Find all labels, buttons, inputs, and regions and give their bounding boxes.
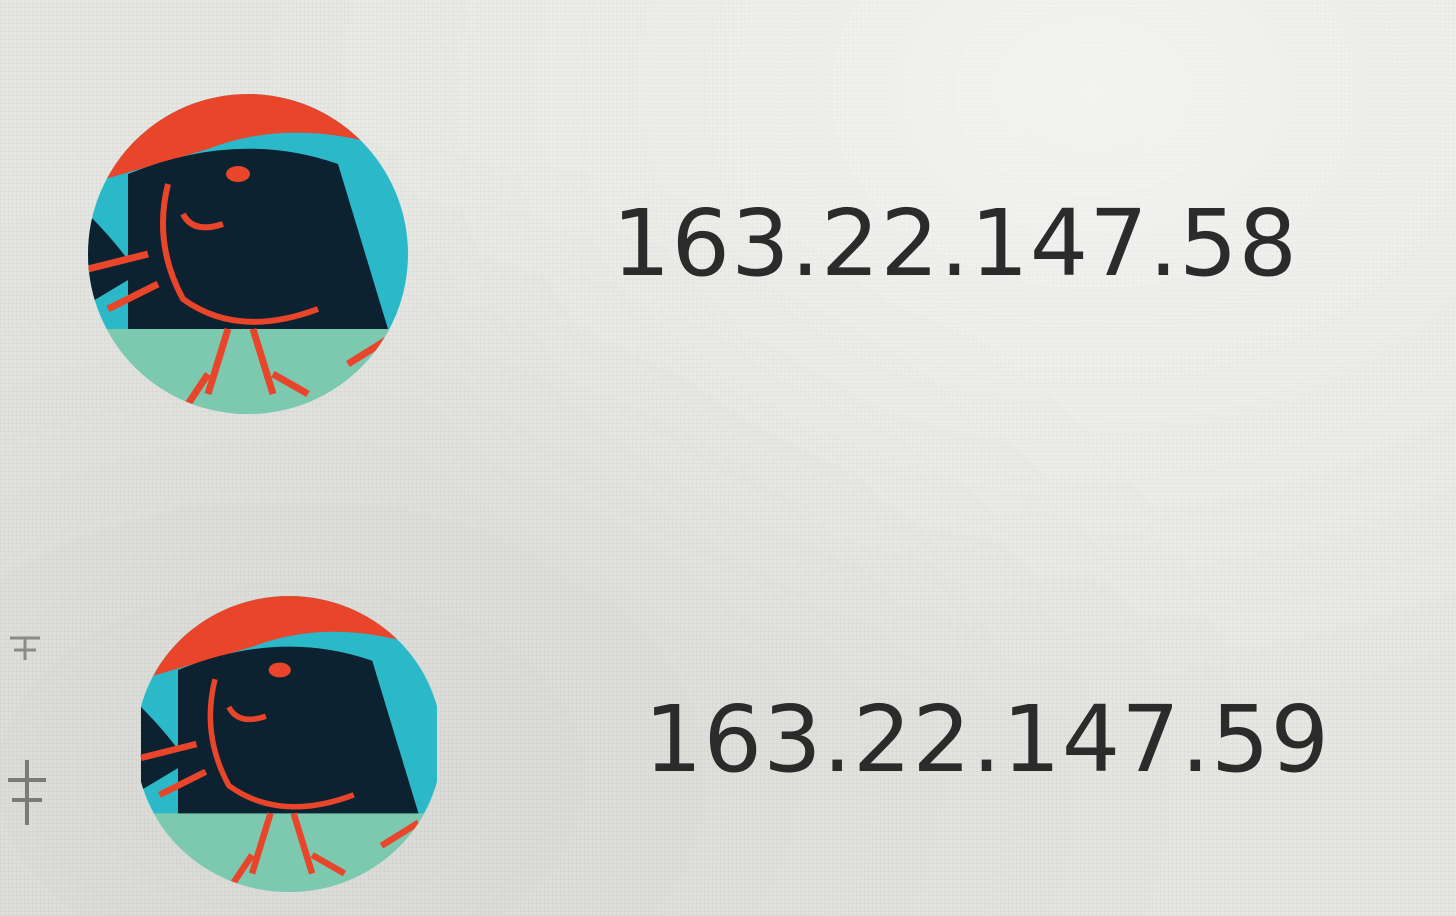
ip-address: 163.22.147.59: [644, 686, 1331, 793]
bird-avatar-icon: [88, 94, 408, 414]
partial-sidebar-label: [8, 636, 46, 825]
server-list-panel: 163.22.147.58 163.22.147.59: [0, 0, 1456, 916]
ip-address: 163.22.147.58: [612, 190, 1299, 297]
bird-avatar-icon: [136, 596, 442, 892]
